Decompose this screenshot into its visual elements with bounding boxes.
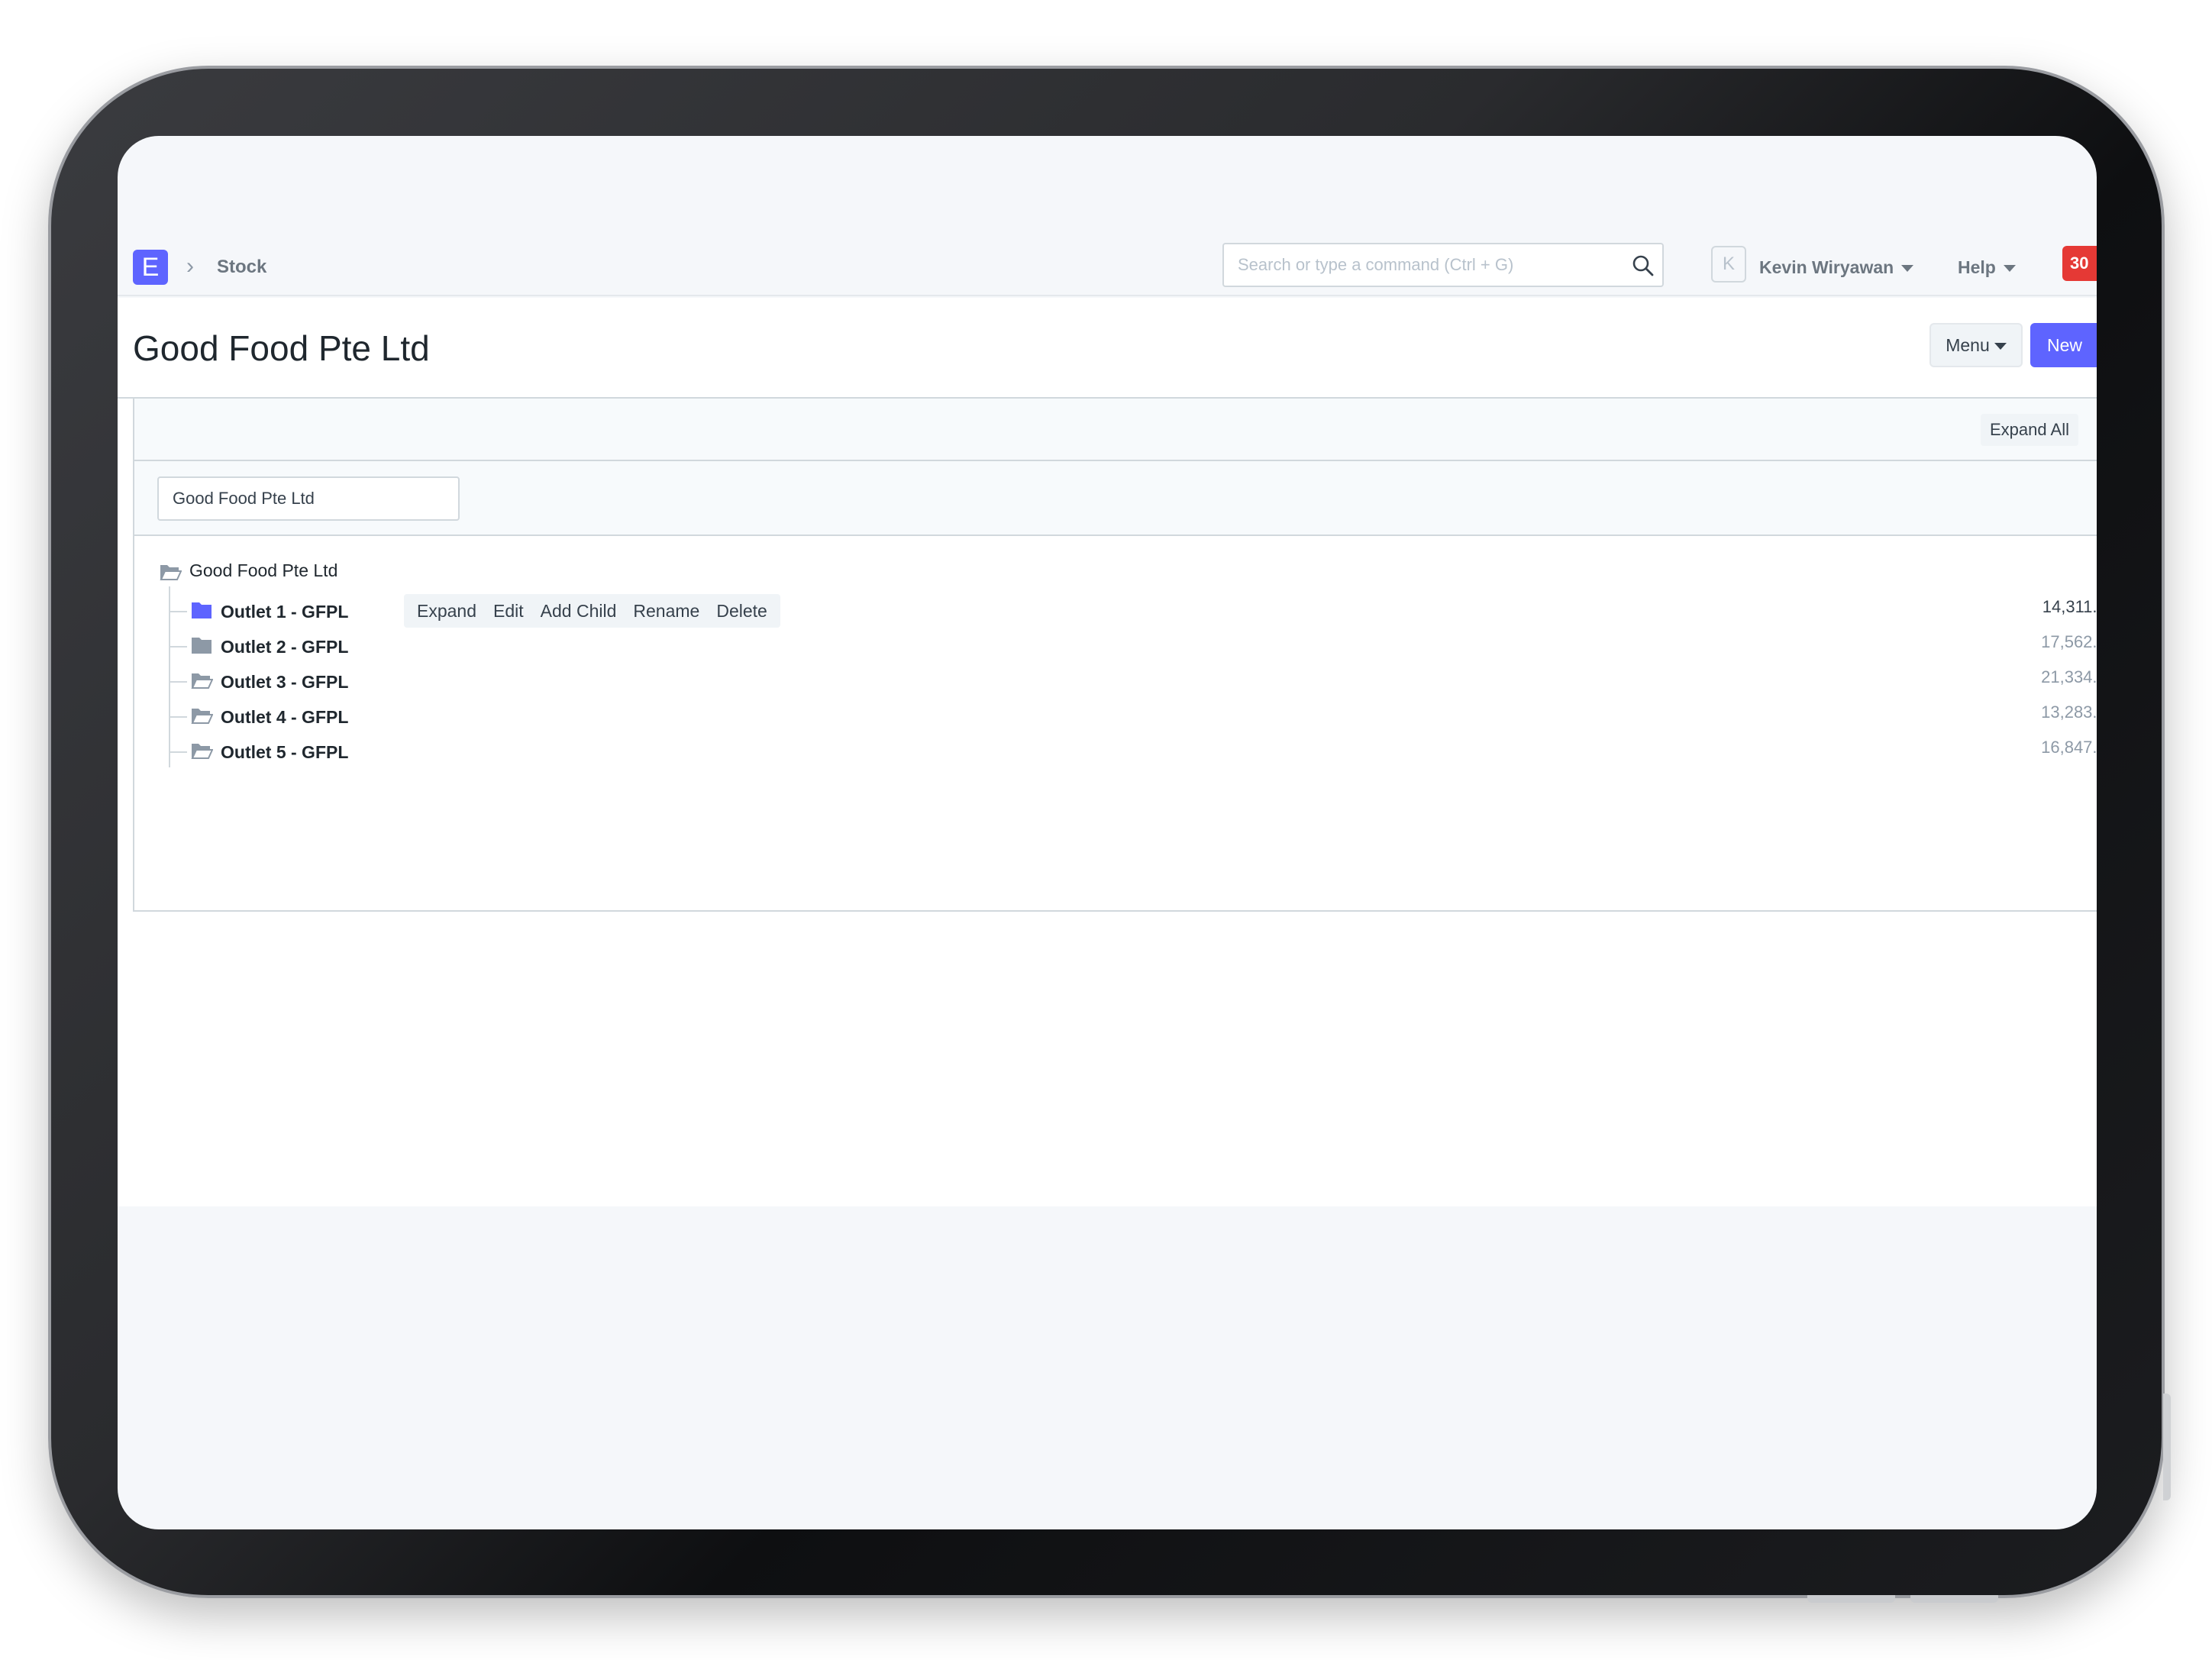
navbar: E › Stock K Kevin Wiryawan Help 30: [118, 235, 2097, 296]
company-filter-input[interactable]: [157, 476, 460, 521]
help-label: Help: [1958, 257, 1996, 277]
expand-action[interactable]: Expand: [408, 594, 485, 628]
caret-down-icon: [1994, 343, 2007, 350]
tree-branch: [169, 681, 187, 683]
node-label: Outlet 3 - GFPL: [221, 672, 349, 692]
tree-branch: [169, 646, 187, 648]
side-button: [2163, 1394, 2171, 1500]
node-balance: 16,847.75: [2041, 738, 2097, 757]
page-content: Expand All Good Food Pte Ltd Outlet 1 - …: [118, 399, 2097, 1206]
node-balance: 14,311.00: [2042, 597, 2097, 616]
node-balance: 21,334.25: [2041, 667, 2097, 686]
tree-panel: Expand All Good Food Pte Ltd Outlet 1 - …: [133, 399, 2097, 912]
add-child-action[interactable]: Add Child: [532, 594, 625, 628]
node-label: Outlet 1 - GFPL: [221, 602, 349, 622]
tree-branch: [169, 611, 187, 612]
tree-node[interactable]: Outlet 1 - GFPL Expand Edit Add Child Re…: [169, 594, 2097, 629]
tree-node[interactable]: Outlet 3 - GFPL 21,334.25: [169, 664, 2097, 699]
notification-badge[interactable]: 30: [2062, 246, 2097, 281]
search-box[interactable]: [1222, 243, 1664, 287]
bottom-button: [1807, 1595, 1895, 1603]
folder-icon: [192, 638, 212, 654]
rename-action[interactable]: Rename: [625, 594, 708, 628]
search-input[interactable]: [1224, 244, 1606, 286]
tree-root-label: Good Food Pte Ltd: [189, 560, 338, 580]
folder-open-icon: [191, 673, 213, 689]
folder-filled-icon: [192, 602, 212, 618]
tree-node[interactable]: Outlet 5 - GFPL 16,847.75: [169, 735, 2097, 770]
user-name: Kevin Wiryawan: [1759, 257, 1894, 277]
chevron-right-icon: ›: [186, 254, 194, 279]
page-head: Good Food Pte Ltd Menu New: [118, 298, 2097, 399]
breadcrumb-stock[interactable]: Stock: [217, 254, 266, 281]
node-balance: 13,283.56: [2041, 702, 2097, 722]
menu-label: Menu: [1946, 335, 1990, 355]
delete-action[interactable]: Delete: [708, 594, 775, 628]
expand-all-button[interactable]: Expand All: [1981, 414, 2078, 446]
tree-branch: [169, 716, 187, 718]
tree-node[interactable]: Outlet 2 - GFPL 17,562.50: [169, 629, 2097, 664]
caret-down-icon: [2003, 265, 2016, 273]
tree-root-node[interactable]: Good Food Pte Ltd: [159, 556, 337, 585]
folder-open-icon: [160, 564, 182, 580]
page-title: Good Food Pte Ltd: [133, 328, 430, 368]
node-action-toolbar: Expand Edit Add Child Rename Delete: [404, 594, 780, 628]
tree-filter-bar: [134, 461, 2097, 536]
caret-down-icon: [1901, 265, 1914, 273]
menu-button[interactable]: Menu: [1929, 323, 2023, 367]
avatar[interactable]: K: [1711, 246, 1746, 283]
node-label: Outlet 2 - GFPL: [221, 637, 349, 657]
node-balance: 17,562.50: [2041, 632, 2097, 651]
user-menu[interactable]: Kevin Wiryawan: [1759, 254, 1914, 281]
node-label: Outlet 5 - GFPL: [221, 742, 349, 762]
folder-open-icon: [191, 744, 213, 759]
node-label: Outlet 4 - GFPL: [221, 707, 349, 727]
app-logo[interactable]: E: [133, 250, 168, 285]
tree-node[interactable]: Outlet 4 - GFPL 13,283.56: [169, 699, 2097, 735]
folder-open-icon: [191, 709, 213, 724]
app-screen: E › Stock K Kevin Wiryawan Help 30 Good …: [118, 136, 2097, 1529]
tree-toolbar: Expand All: [134, 399, 2097, 461]
new-button[interactable]: New: [2030, 323, 2097, 367]
edit-action[interactable]: Edit: [485, 594, 532, 628]
tree-branch: [169, 751, 187, 753]
help-menu[interactable]: Help: [1958, 254, 2016, 281]
search-icon[interactable]: [1632, 254, 1655, 277]
bottom-button: [1910, 1595, 1998, 1603]
